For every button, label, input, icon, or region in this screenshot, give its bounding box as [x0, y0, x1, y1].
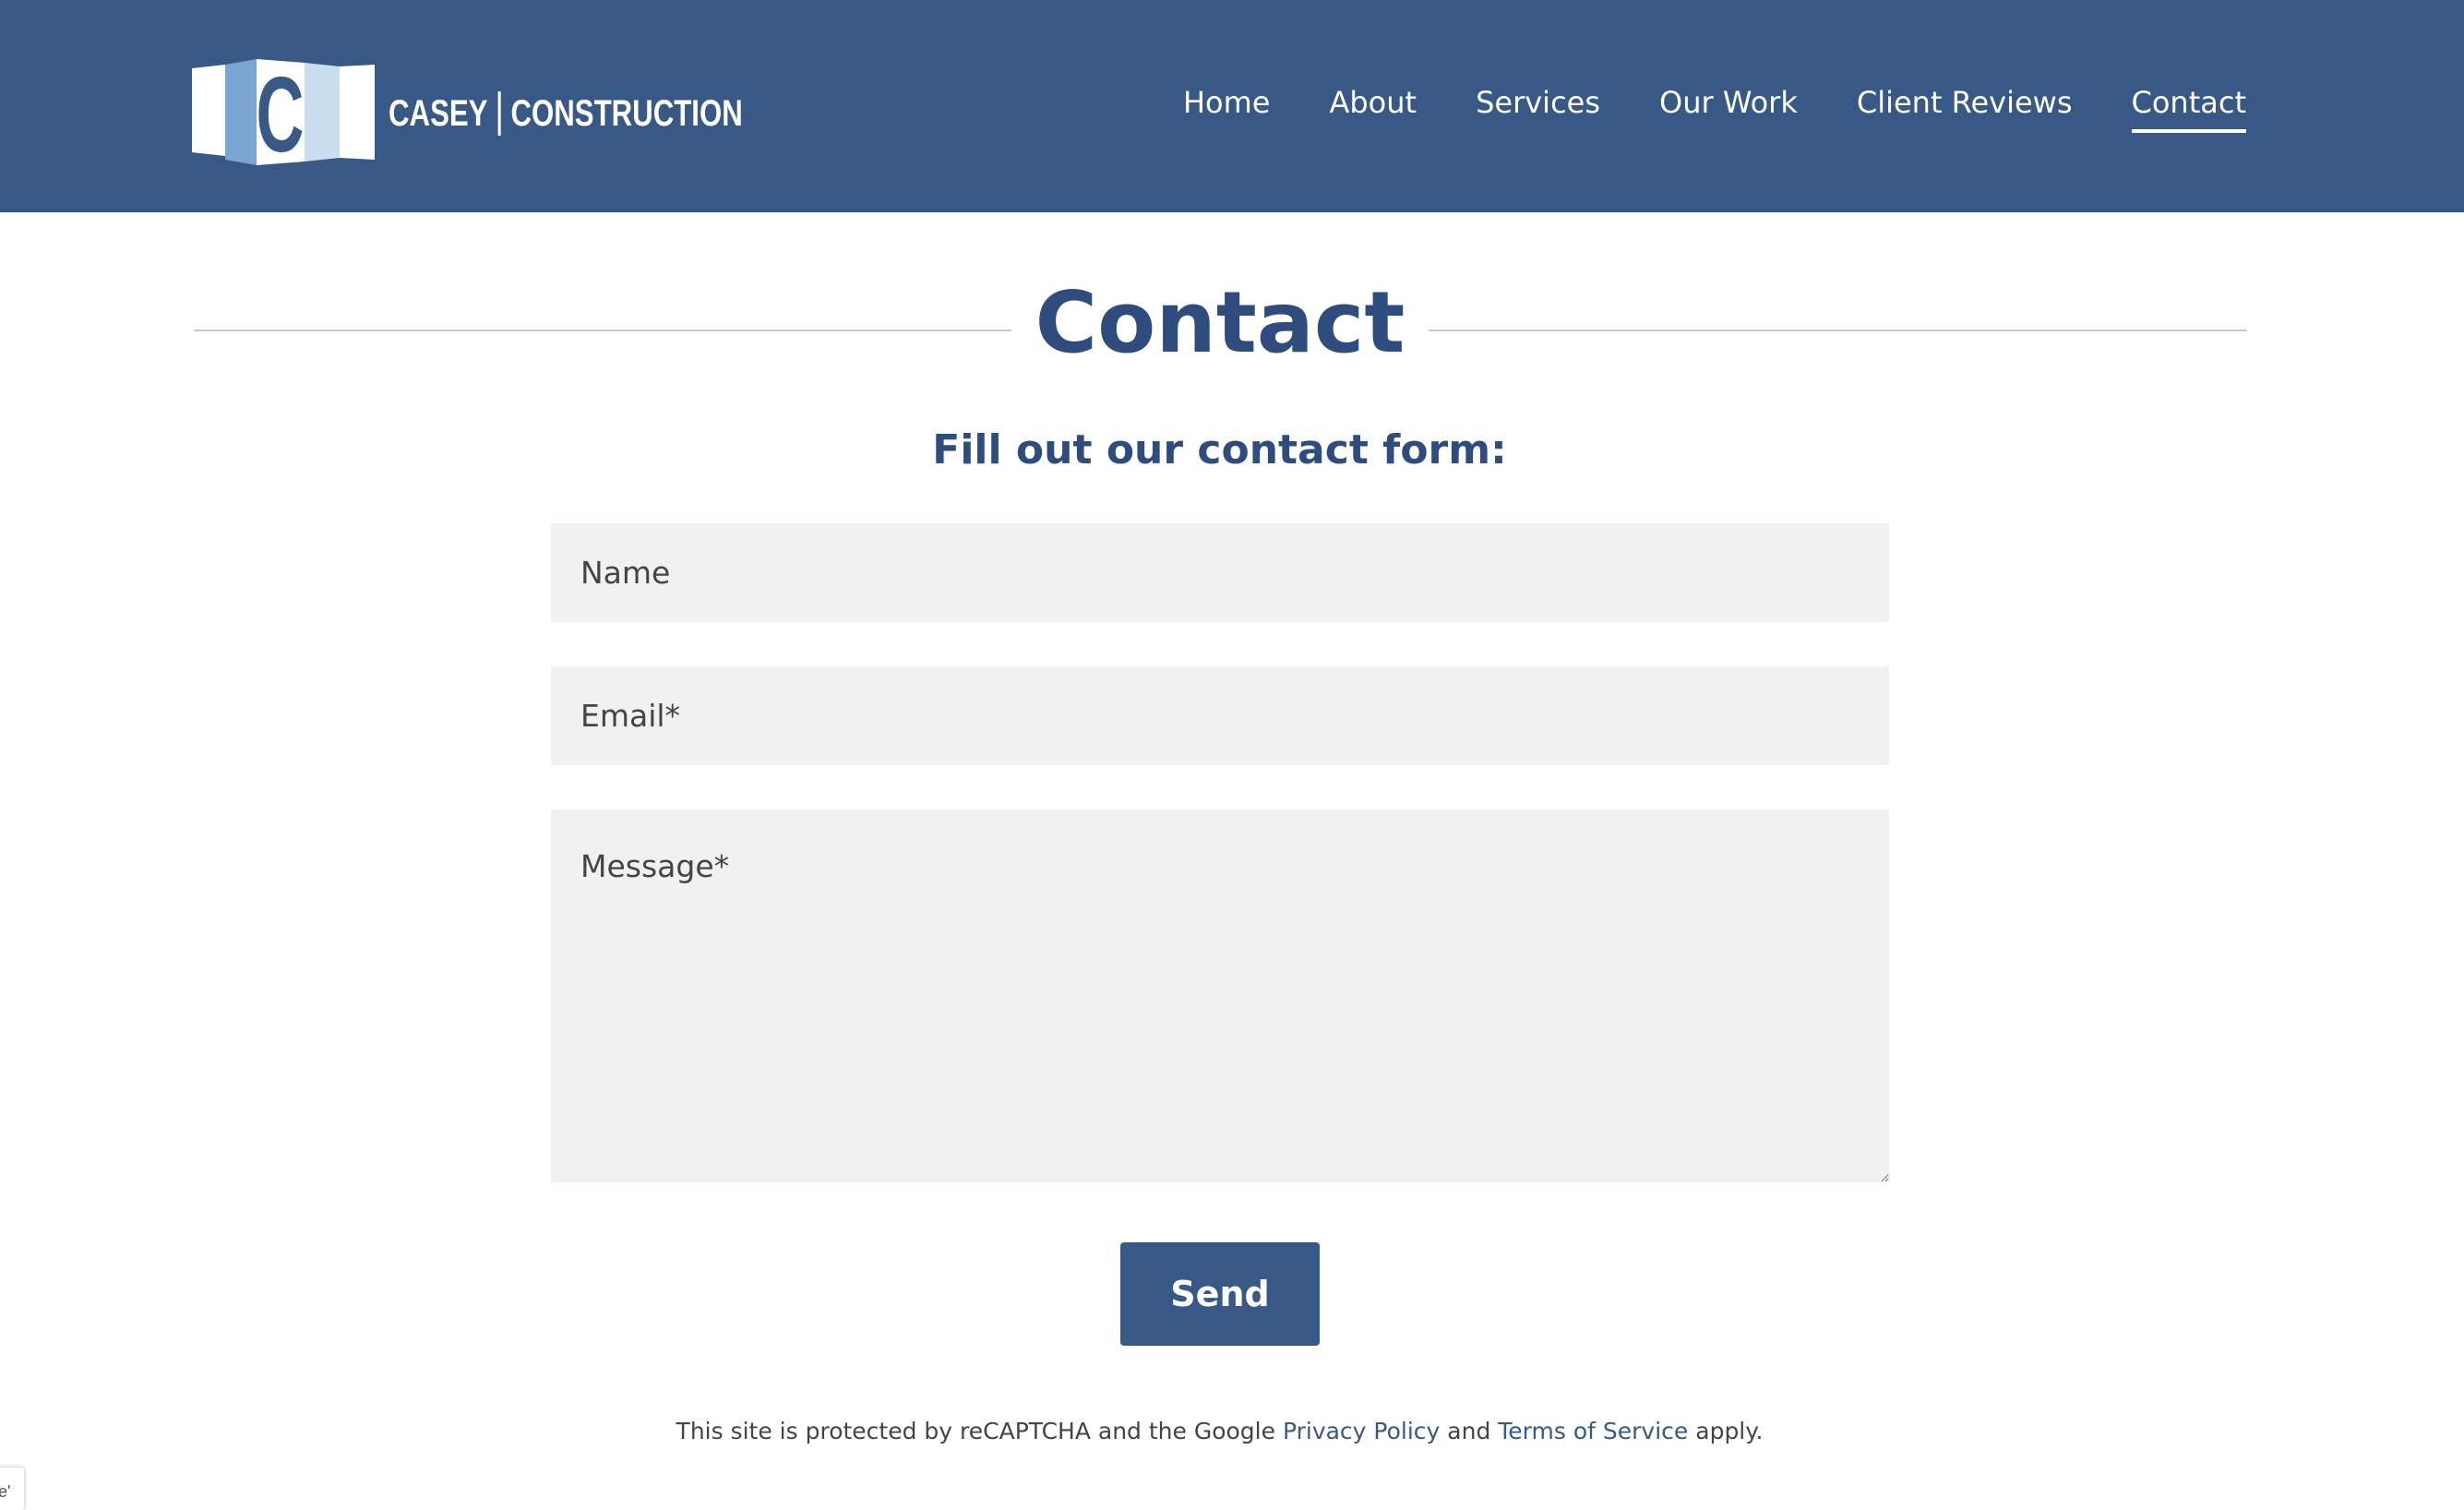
recaptcha-badge-text: e': [0, 1482, 11, 1501]
message-field[interactable]: [551, 809, 1889, 1182]
logo-letter: C: [257, 59, 305, 165]
logo-divider: [497, 91, 501, 136]
form-subtitle: Fill out our contact form:: [932, 426, 1507, 473]
nav-item-client-reviews[interactable]: Client Reviews: [1857, 85, 2073, 131]
nav-item-home[interactable]: Home: [1183, 85, 1271, 131]
recaptcha-suffix: apply.: [1695, 1418, 1764, 1444]
title-divider-left: [194, 330, 1011, 331]
page-title: Contact: [1035, 273, 1405, 372]
recaptcha-prefix: This site is protected by reCAPTCHA and …: [676, 1418, 1275, 1444]
privacy-policy-link[interactable]: Privacy Policy: [1283, 1418, 1440, 1444]
nav-item-our-work[interactable]: Our Work: [1659, 85, 1798, 131]
recaptcha-notice: This site is protected by reCAPTCHA and …: [0, 1418, 2439, 1444]
nav-item-contact[interactable]: Contact: [2131, 85, 2246, 133]
site-header: C Casey Construction Home About Services…: [0, 0, 2464, 212]
name-field[interactable]: [551, 523, 1889, 622]
nav-item-services[interactable]: Services: [1476, 85, 1600, 131]
page-title-row: Contact: [194, 277, 2247, 369]
title-divider-right: [1429, 330, 2247, 331]
nav-item-about[interactable]: About: [1329, 85, 1417, 131]
main-nav: Home About Services Our Work Client Revi…: [1183, 85, 2246, 133]
logo-text-first: Casey: [389, 92, 488, 134]
logo-wordmark: Casey Construction: [389, 90, 743, 137]
terms-of-service-link[interactable]: Terms of Service: [1498, 1418, 1688, 1444]
send-button[interactable]: Send: [1120, 1242, 1320, 1346]
recaptcha-badge[interactable]: e': [0, 1468, 24, 1510]
logo-mark-icon: C: [192, 59, 375, 165]
site-logo[interactable]: C Casey Construction: [192, 59, 743, 165]
recaptcha-and: and: [1447, 1418, 1491, 1444]
logo-text-second: Construction: [510, 92, 743, 134]
email-field[interactable]: [551, 666, 1889, 765]
